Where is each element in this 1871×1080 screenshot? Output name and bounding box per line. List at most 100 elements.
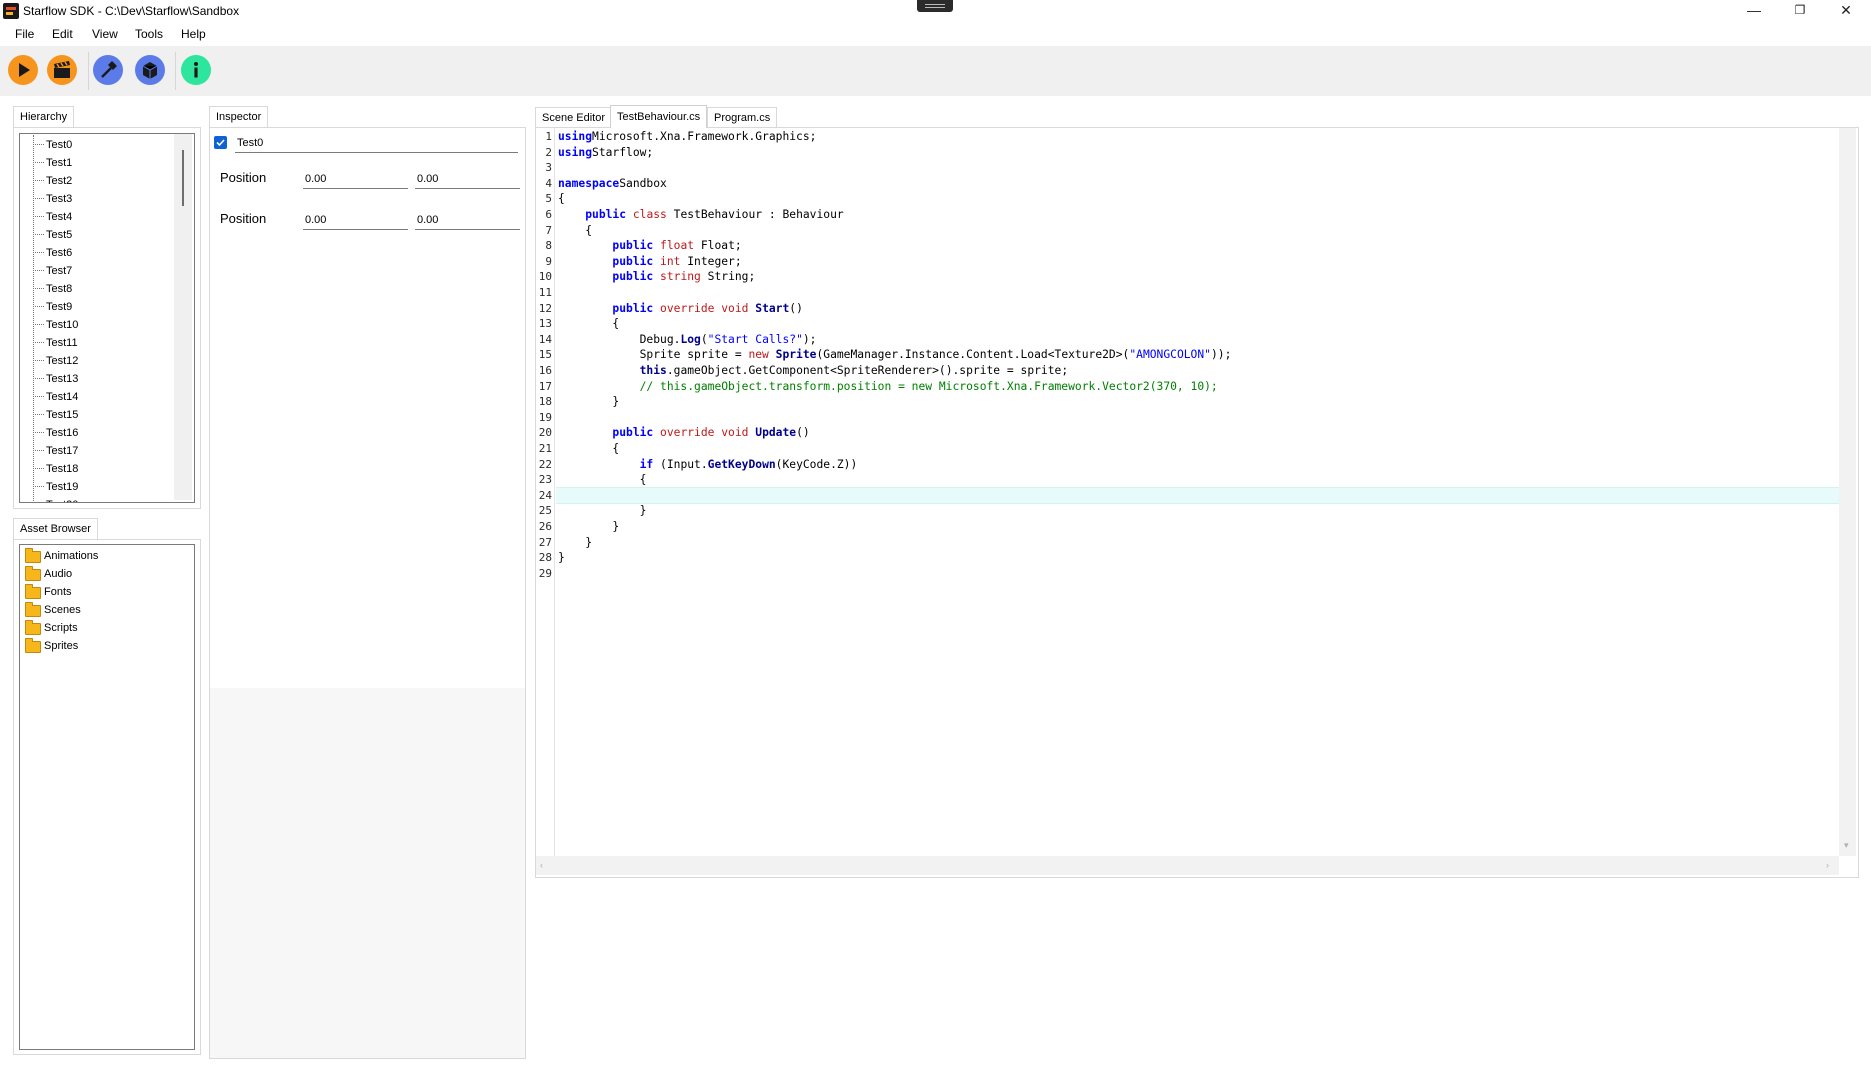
menu-edit[interactable]: Edit: [52, 27, 73, 41]
code-line[interactable]: {: [558, 223, 592, 239]
line-number: 29: [538, 566, 552, 580]
code-token: (): [796, 426, 810, 440]
tree-branch-line: [35, 306, 44, 307]
tree-branch-line: [35, 270, 44, 271]
scroll-down-arrow-icon[interactable]: ▾: [1844, 840, 1849, 851]
code-line[interactable]: {: [558, 441, 619, 457]
line-number: 13: [538, 317, 552, 331]
tree-branch-line: [35, 162, 44, 163]
code-token: Sprite sprite =: [558, 348, 749, 362]
code-token: (): [789, 301, 803, 315]
tree-branch-line: [35, 342, 44, 343]
code-line[interactable]: Debug.Log("Start Calls?");: [558, 332, 817, 348]
code-line[interactable]: }: [558, 550, 565, 566]
code-line[interactable]: public class TestBehaviour : Behaviour: [558, 207, 843, 223]
check-icon: [216, 139, 225, 147]
code-token: new: [748, 348, 769, 362]
menu-view[interactable]: View: [92, 27, 118, 41]
tree-branch-line: [35, 378, 44, 379]
hierarchy-tree[interactable]: Test0 Test1 Test2 Test3 Test4 Test5 Test6 Test7…: [19, 133, 195, 503]
tree-item-label: Test15: [46, 409, 79, 421]
tab-scene-editor[interactable]: Scene Editor: [535, 107, 612, 128]
code-line[interactable]: {: [558, 316, 619, 332]
tree-branch-line: [35, 144, 44, 145]
code-line[interactable]: }: [558, 394, 619, 410]
code-line[interactable]: public string String;: [558, 269, 755, 285]
position-y-input[interactable]: [415, 210, 520, 230]
code-line[interactable]: }: [558, 519, 619, 535]
current-line-highlight: [556, 487, 1839, 504]
code-token: {: [558, 317, 620, 331]
restore-button[interactable]: ❐: [1777, 0, 1823, 22]
code-token: if: [639, 457, 654, 471]
code-line[interactable]: Sprite sprite = new Sprite(GameManager.I…: [558, 347, 1232, 363]
tree-item-label: Test13: [46, 373, 79, 385]
scroll-right-arrow-icon[interactable]: ›: [1826, 860, 1829, 870]
hierarchy-tab[interactable]: Hierarchy: [13, 106, 75, 127]
code-token: "AMONGCOLON": [1129, 348, 1211, 362]
code-token: (: [700, 332, 708, 346]
code-line[interactable]: {: [558, 191, 565, 207]
folder-label: Fonts: [44, 586, 72, 598]
code-line[interactable]: public override void Update(): [558, 425, 810, 441]
code-line[interactable]: {: [558, 472, 647, 488]
code-line[interactable]: usingMicrosoft.Xna.Framework.Graphics;: [558, 129, 816, 145]
tree-item-label: Test5: [46, 229, 73, 241]
tree-item-label: Test10: [46, 319, 79, 331]
package-icon: [142, 62, 158, 79]
position-y-input[interactable]: [415, 169, 520, 189]
play-button[interactable]: [8, 55, 38, 85]
position-x-input[interactable]: [303, 169, 408, 189]
editor-horizontal-scrollbar[interactable]: ‹ ›: [536, 856, 1839, 875]
scroll-left-arrow-icon[interactable]: ‹: [540, 860, 543, 870]
drag-handle[interactable]: [917, 0, 953, 12]
info-button[interactable]: [181, 55, 211, 85]
asset-browser-tab[interactable]: Asset Browser: [13, 518, 98, 539]
asset-list[interactable]: Animations Audio Fonts Scenes Scripts Sprites: [19, 544, 195, 1050]
active-checkbox[interactable]: [214, 136, 227, 149]
code-line[interactable]: public override void Start(): [558, 301, 803, 317]
code-token: public: [612, 239, 654, 253]
code-line[interactable]: // this.gameObject.transform.position = …: [558, 379, 1218, 395]
folder-icon: [25, 566, 41, 581]
package-button[interactable]: [135, 55, 165, 85]
editor-vertical-scrollbar[interactable]: ▾: [1839, 128, 1856, 856]
tab-testbehaviour[interactable]: TestBehaviour.cs: [610, 105, 708, 128]
line-number: 8: [545, 239, 552, 253]
code-token: Sprite: [775, 348, 817, 362]
tree-item-label: Test20: [46, 496, 78, 502]
line-number: 10: [538, 270, 552, 284]
position-x-input[interactable]: [303, 210, 408, 230]
tree-branch-line: [35, 324, 44, 325]
tree-branch-line: [35, 486, 44, 487]
code-line[interactable]: public int Integer;: [558, 254, 741, 270]
inspector-tab[interactable]: Inspector: [209, 106, 269, 127]
code-token: Update: [755, 426, 797, 440]
code-line[interactable]: }: [558, 503, 647, 519]
folder-label: Scripts: [44, 622, 78, 634]
tab-program[interactable]: Program.cs: [707, 107, 778, 128]
code-token: namespace: [558, 176, 620, 190]
code-token: public: [612, 270, 654, 284]
code-line[interactable]: public float Float;: [558, 238, 741, 254]
code-line[interactable]: usingStarflow;: [558, 145, 653, 161]
code-line[interactable]: namespaceSandbox: [558, 176, 667, 192]
menu-help[interactable]: Help: [181, 27, 206, 41]
object-name-input[interactable]: [235, 133, 518, 153]
minimize-button[interactable]: —: [1731, 0, 1777, 22]
tree-item-label: Test3: [46, 193, 73, 205]
menu-tools[interactable]: Tools: [135, 27, 163, 41]
menu-file[interactable]: File: [15, 27, 34, 41]
code-line[interactable]: }: [558, 535, 592, 551]
build-scene-button[interactable]: [47, 55, 77, 85]
close-button[interactable]: ✕: [1823, 0, 1869, 22]
code-token: public: [612, 426, 654, 440]
hierarchy-scrollbar-thumb[interactable]: [182, 150, 184, 206]
code-line[interactable]: this.gameObject.GetComponent<SpriteRende…: [558, 363, 1069, 379]
code-line[interactable]: if (Input.GetKeyDown(KeyCode.Z)): [558, 457, 858, 473]
build-button[interactable]: [93, 55, 123, 85]
tree-branch-line: [35, 252, 44, 253]
